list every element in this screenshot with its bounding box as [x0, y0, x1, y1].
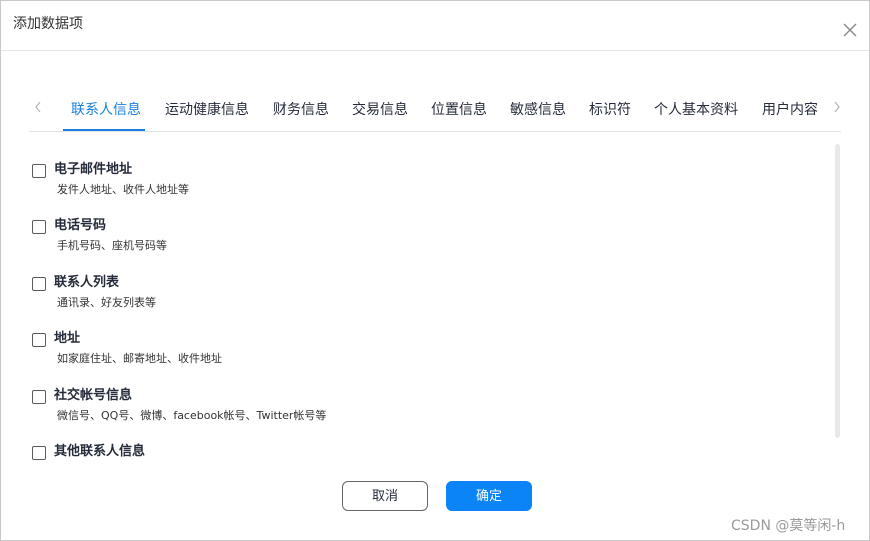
tab-location-info[interactable]: 位置信息 — [431, 101, 487, 119]
tab-personal-profile[interactable]: 个人基本资料 — [654, 101, 738, 119]
chevron-left-icon — [35, 101, 41, 113]
item-checkbox[interactable] — [32, 164, 46, 178]
tab-identifiers[interactable]: 标识符 — [589, 101, 631, 119]
item-title: 其他联系人信息 — [54, 444, 146, 459]
chevron-right-icon — [834, 101, 840, 113]
item-checkbox[interactable] — [32, 333, 46, 347]
data-item-list: 电子邮件地址 发件人地址、收件人地址等 电话号码 手机号码、座机号码等 联系人列… — [1, 151, 831, 466]
item-description: 通讯录、好友列表等 — [57, 296, 156, 309]
dialog-header: 添加数据项 — [1, 1, 869, 51]
item-description: 微信号、QQ号、微博、facebook帐号、Twitter帐号等 — [57, 409, 327, 422]
tab-financial-info[interactable]: 财务信息 — [273, 101, 329, 119]
item-description: 发件人地址、收件人地址等 — [57, 183, 189, 196]
tabs-scroll-left-button[interactable] — [32, 99, 44, 113]
watermark: CSDN @莫等闲-h — [731, 518, 846, 534]
item-description: 如家庭住址、邮寄地址、收件地址 — [57, 352, 222, 365]
item-title: 联系人列表 — [54, 275, 120, 290]
item-title: 社交帐号信息 — [54, 388, 133, 403]
item-checkbox[interactable] — [32, 390, 46, 404]
list-scrollbar[interactable] — [835, 144, 840, 438]
item-checkbox[interactable] — [32, 277, 46, 291]
cancel-button[interactable]: 取消 — [342, 481, 428, 511]
dialog-title: 添加数据项 — [13, 16, 83, 32]
close-button[interactable] — [841, 21, 859, 39]
item-title: 电子邮件地址 — [54, 162, 133, 177]
tab-transaction-info[interactable]: 交易信息 — [352, 101, 408, 119]
tab-sensitive-info[interactable]: 敏感信息 — [510, 101, 566, 119]
category-tabs: 联系人信息 运动健康信息 财务信息 交易信息 位置信息 敏感信息 标识符 个人基… — [29, 93, 841, 132]
item-checkbox[interactable] — [32, 446, 46, 460]
tab-user-content[interactable]: 用户内容 — [762, 101, 818, 119]
item-description: 手机号码、座机号码等 — [57, 239, 167, 252]
item-title: 电话号码 — [54, 218, 107, 233]
tabs-scroll-right-button[interactable] — [831, 99, 843, 113]
item-checkbox[interactable] — [32, 220, 46, 234]
active-tab-indicator — [63, 129, 145, 131]
tab-contact-info[interactable]: 联系人信息 — [71, 101, 141, 119]
close-icon — [843, 23, 857, 37]
tab-health-fitness[interactable]: 运动健康信息 — [165, 101, 249, 119]
add-data-item-dialog: 添加数据项 联系人信息 运动健康信息 财务信息 交易信息 位置信息 敏感信息 标… — [0, 0, 870, 541]
confirm-button[interactable]: 确定 — [446, 481, 532, 511]
item-title: 地址 — [54, 331, 81, 346]
